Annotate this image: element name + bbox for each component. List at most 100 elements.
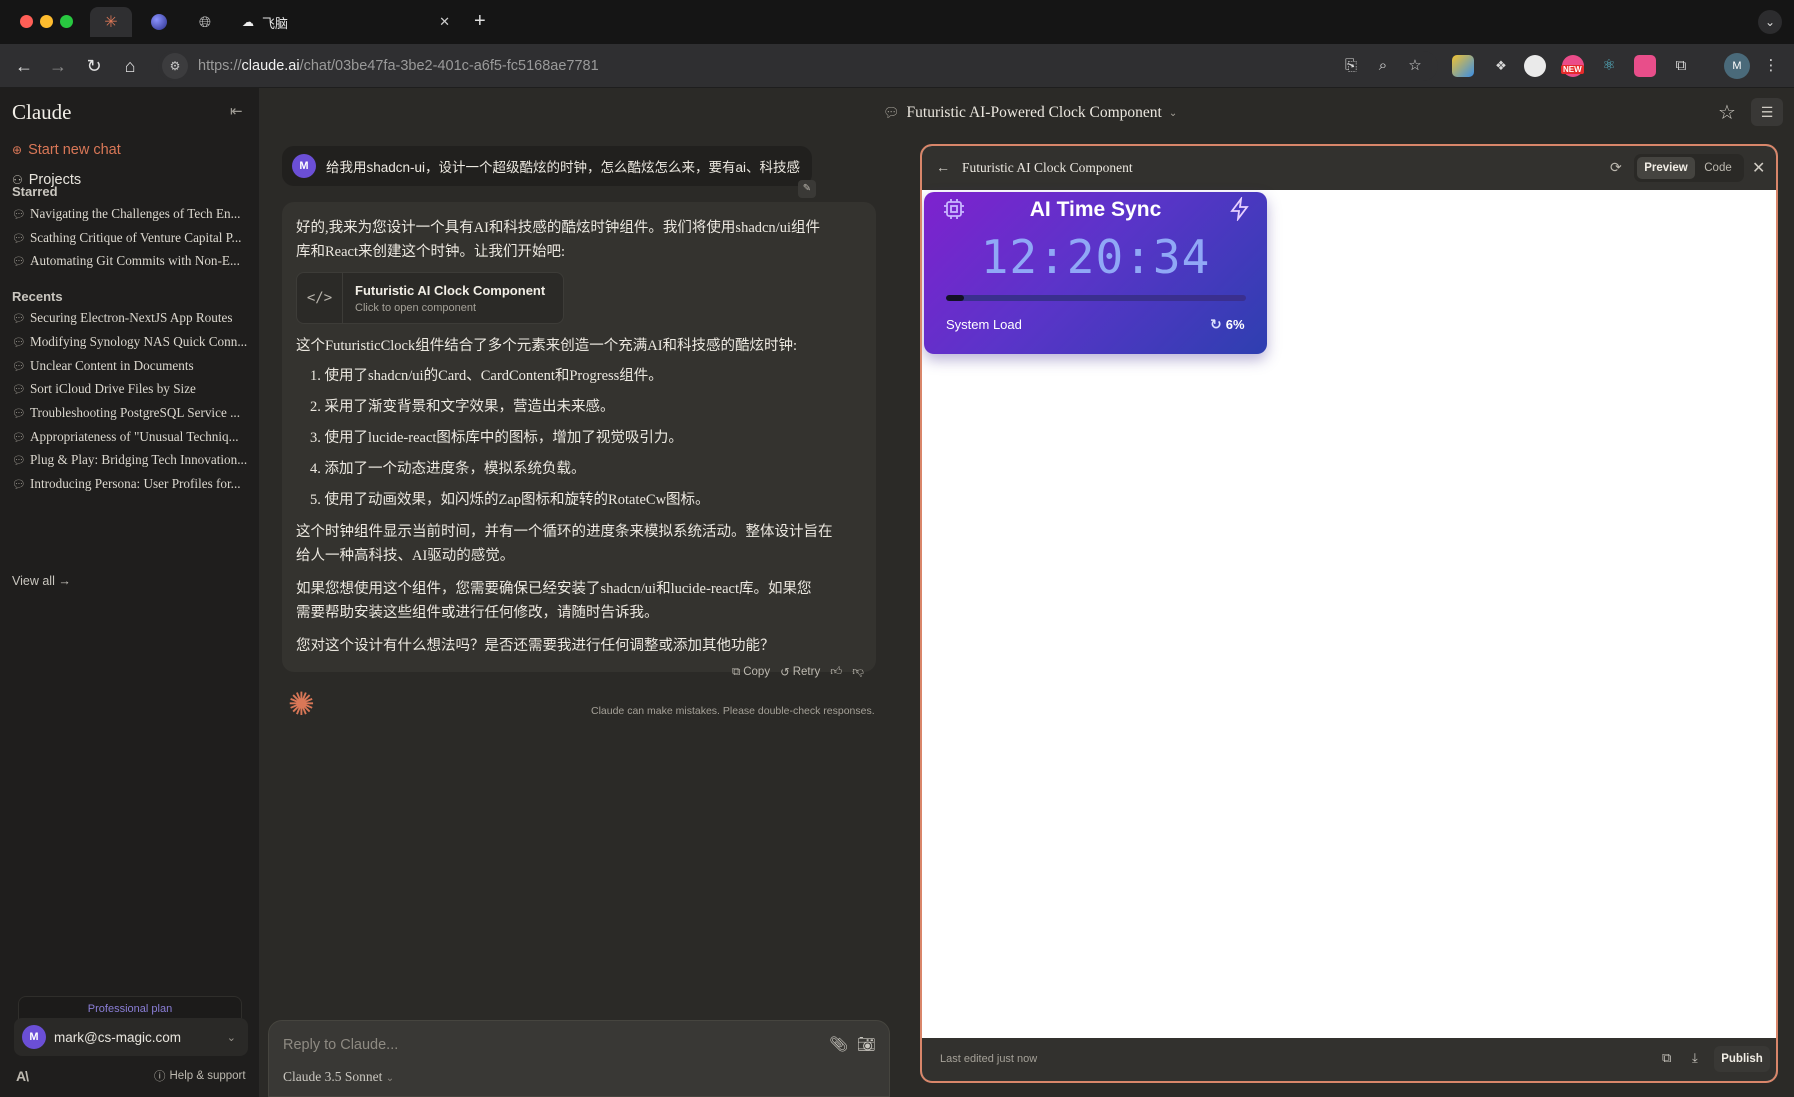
chat-title-dropdown[interactable]: 💬︎ Futuristic AI-Powered Clock Component…	[883, 104, 1177, 122]
new-tab-button[interactable]: +	[474, 10, 486, 32]
starred-chat-item[interactable]: 💬︎ Navigating the Challenges of Tech En..…	[12, 206, 252, 222]
brand-logo[interactable]: Claude	[12, 100, 71, 125]
recent-chat-item[interactable]: 💬︎ Troubleshooting PostgreSQL Service ...	[12, 405, 252, 421]
chat-bubble-icon: 💬︎	[12, 406, 26, 420]
zoom-icon[interactable]: ⌕	[1372, 55, 1394, 77]
close-icon[interactable]: ✕	[1752, 158, 1765, 178]
collapse-sidebar-icon[interactable]: ⇤	[230, 102, 243, 120]
recent-chat-item[interactable]: 💬︎ Plug & Play: Bridging Tech Innovation.…	[12, 452, 252, 468]
browser-menu-icon[interactable]: ⋮	[1760, 55, 1782, 77]
reload-icon[interactable]: ↻	[82, 54, 106, 78]
chat-bubble-icon: 💬︎	[12, 335, 26, 349]
chat-bubble-icon: 💬︎	[12, 430, 26, 444]
profile-avatar[interactable]: M	[1724, 53, 1750, 79]
zap-icon	[1230, 197, 1249, 221]
tab-feinao[interactable]: ☁ 飞脑 ✕	[232, 7, 460, 37]
back-icon[interactable]: ←	[12, 54, 36, 78]
model-selector[interactable]: Claude 3.5 Sonnet ⌄	[283, 1069, 394, 1085]
zoom-window-button[interactable]	[60, 15, 73, 28]
message-paragraph: 这个FuturisticClock组件结合了多个元素来创造一个充满AI和科技感的…	[296, 338, 798, 354]
recent-chat-item[interactable]: 💬︎ Introducing Persona: User Profiles for…	[12, 476, 252, 492]
account-menu[interactable]: M mark@cs-magic.com ⌄	[14, 1018, 248, 1056]
extension-diamond-icon[interactable]: ❖	[1490, 55, 1512, 77]
reply-composer[interactable]: Reply to Claude... 📎︎ 📷︎ Claude 3.5 Sonn…	[268, 1020, 890, 1097]
retry-icon: ↺	[780, 667, 790, 679]
starred-chat-item[interactable]: 💬︎ Automating Git Commits with Non-E...	[12, 253, 252, 269]
tab-search-button[interactable]: ⌄	[1758, 10, 1782, 34]
system-load-value: ↻ 6%	[1210, 316, 1245, 332]
install-app-icon[interactable]: ⎘	[1340, 55, 1362, 77]
list-item: 2. 采用了渐变背景和文字效果，营造出未来感。	[310, 399, 615, 415]
tab-globe[interactable]: 🌐︎	[184, 7, 226, 37]
edit-message-icon[interactable]: ✎	[798, 180, 816, 198]
chevron-down-icon: ⌄	[1168, 107, 1178, 119]
recent-chat-item[interactable]: 💬︎ Unclear Content in Documents	[12, 358, 252, 374]
anthropic-logo: A\	[16, 1068, 29, 1084]
extension-download-icon[interactable]	[1452, 55, 1474, 77]
recent-chat-item[interactable]: 💬︎ Modifying Synology NAS Quick Conn...	[12, 334, 252, 350]
plus-circle-icon: ⊕	[12, 143, 23, 157]
site-info-icon[interactable]: ⚙	[162, 53, 188, 79]
chat-bubble-icon: 💬︎	[12, 231, 26, 245]
artifact-card-subtitle: Click to open component	[355, 302, 477, 314]
bookmark-star-icon[interactable]: ☆	[1404, 55, 1426, 77]
copy-button[interactable]: ⧉ Copy	[732, 666, 770, 679]
planet-icon	[151, 14, 167, 30]
artifact-panel: ← Futuristic AI Clock Component ⟳ Previe…	[920, 144, 1778, 1083]
chat-bubble-icon: 💬︎	[883, 105, 900, 121]
star-chat-icon[interactable]: ☆	[1718, 100, 1736, 125]
extensions-puzzle-icon[interactable]: ⧉	[1670, 55, 1692, 77]
paperclip-icon[interactable]: 📎︎	[829, 1035, 848, 1053]
thumbs-up-icon[interactable]: 👍︎	[830, 665, 842, 679]
browser-window: ✳ 🌐︎ ☁ 飞脑 ✕ + ⌄ ← → ↻ ⌂ ⚙ https://claude…	[0, 0, 1794, 1097]
message-paragraph: 需要帮助安装这些组件或进行任何修改，请随时告诉我。	[296, 605, 659, 621]
camera-icon[interactable]: 📷︎	[857, 1035, 876, 1053]
chat-bubble-icon: 💬︎	[12, 382, 26, 396]
reply-input[interactable]: Reply to Claude...	[283, 1037, 398, 1053]
chat-bubble-icon: 💬︎	[12, 311, 26, 325]
artifact-card[interactable]: </> Futuristic AI Clock Component Click …	[296, 272, 564, 324]
message-paragraph: 如果您想使用这个组件，您需要确保已经安装了shadcn/ui和lucide-re…	[296, 581, 812, 597]
close-tab-icon[interactable]: ✕	[439, 14, 450, 30]
starred-chat-item[interactable]: 💬︎ Scathing Critique of Venture Capital P…	[12, 230, 252, 246]
close-window-button[interactable]	[20, 15, 33, 28]
thumbs-down-icon[interactable]: 👎︎	[852, 665, 864, 679]
recent-chat-item[interactable]: 💬︎ Securing Electron-NextJS App Routes	[12, 310, 252, 326]
assistant-message: 好的,我来为您设计一个具有AI和科技感的酷炫时钟组件。我们将使用shadcn/u…	[282, 202, 876, 672]
chat-bubble-icon: 💬︎	[12, 477, 26, 491]
copy-icon[interactable]: ⧉	[1662, 1050, 1671, 1066]
globe-icon: 🌐︎	[198, 13, 211, 31]
claude-sparkle-icon: ✳	[104, 14, 118, 31]
forward-icon[interactable]: →	[46, 54, 70, 78]
extension-face-icon[interactable]	[1524, 55, 1546, 77]
rotate-cw-icon: ↻	[1210, 316, 1222, 332]
extension-new-icon[interactable]: NEW	[1561, 55, 1584, 77]
tab-preview[interactable]: Preview	[1637, 157, 1695, 179]
address-bar[interactable]: ⚙ https://claude.ai/chat/03be47fa-3be2-4…	[158, 51, 1438, 81]
home-icon[interactable]: ⌂	[118, 54, 142, 78]
chat-bubble-icon: 💬︎	[12, 207, 26, 221]
tab-planet[interactable]	[138, 7, 180, 37]
chevron-down-icon: ⌄	[226, 1031, 236, 1044]
back-arrow-icon[interactable]: ←	[936, 159, 950, 175]
tab-code[interactable]: Code	[1696, 157, 1740, 179]
refresh-icon[interactable]: ⟳	[1610, 159, 1622, 176]
extension-translate-icon[interactable]	[1634, 55, 1656, 77]
retry-button[interactable]: ↺ Retry	[780, 665, 820, 679]
avatar: M	[292, 154, 316, 178]
extension-atom-icon[interactable]: ⚛	[1598, 55, 1620, 77]
recent-chat-item[interactable]: 💬︎ Sort iCloud Drive Files by Size	[12, 381, 252, 397]
url-text[interactable]: https://claude.ai/chat/03be47fa-3be2-401…	[198, 58, 599, 74]
tab-claude[interactable]: ✳	[90, 7, 132, 37]
help-support-link[interactable]: ⓘ Help & support	[154, 1068, 246, 1084]
artifact-header: ← Futuristic AI Clock Component ⟳ Previe…	[922, 146, 1776, 190]
publish-button[interactable]: Publish	[1714, 1046, 1770, 1072]
chat-bubble-icon: 💬︎	[12, 453, 26, 467]
user-message-text: 给我用shadcn-ui，设计一个超级酷炫的时钟，怎么酷炫怎么来，要有ai、科技…	[326, 160, 801, 175]
view-all-link[interactable]: View all →	[12, 574, 71, 588]
chat-settings-icon[interactable]: ☰	[1751, 98, 1783, 126]
minimize-window-button[interactable]	[40, 15, 53, 28]
download-icon[interactable]: ⤓	[1692, 1050, 1698, 1066]
start-new-chat-button[interactable]: ⊕ Start new chat	[12, 142, 121, 158]
recent-chat-item[interactable]: 💬︎ Appropriateness of "Unusual Techniq...	[12, 429, 252, 445]
